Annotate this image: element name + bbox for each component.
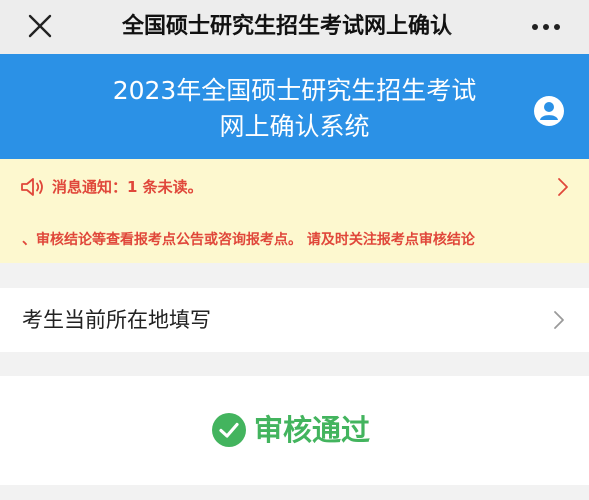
system-header: 2023年全国硕士研究生招生考试 网上确认系统 [0,54,589,159]
user-icon[interactable] [533,95,565,127]
header-title-line2: 网上确认系统 [219,112,370,141]
status-text: 审核通过 [254,413,371,447]
status-card: 审核通过 [0,376,589,485]
page: 全国硕士研究生招生考试网上确认 2023年全国硕士研究生招生考试 网上确认系统 … [0,0,589,500]
speaker-icon [21,178,43,196]
top-nav-bar: 全国硕士研究生招生考试网上确认 [0,0,589,54]
nav-title: 全国硕士研究生招生考试网上确认 [122,14,453,39]
location-label: 考生当前所在地填写 [22,308,211,332]
close-icon[interactable] [24,10,58,44]
location-row[interactable]: 考生当前所在地填写 [0,288,589,352]
notice-scroll-text: 、审核结论等查看报考点公告或咨询报考点。 请及时关注报考点审核结论 [22,232,475,248]
more-horizontal-icon[interactable] [529,20,563,34]
chevron-right-icon[interactable] [555,176,571,198]
notice-heading[interactable]: 消息通知：1 条未读。 [52,175,203,199]
nav-title-fade [446,10,478,44]
check-circle-icon [212,413,246,447]
chevron-right-icon [554,311,564,329]
header-title-line1: 2023年全国硕士研究生招生考试 [112,76,477,105]
